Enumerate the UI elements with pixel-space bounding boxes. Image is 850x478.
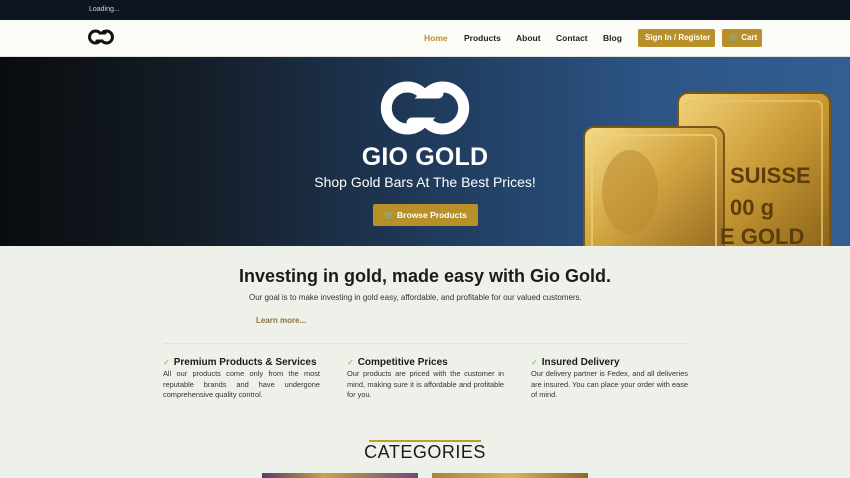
bar-front-text-1: 00 g [730,195,774,220]
check-icon: ✓ [163,358,170,367]
section-divider [163,343,688,344]
loading-text: Loading... [89,6,120,13]
browse-products-label: Browse Products [397,210,467,220]
nav-contact-link[interactable]: Contact [556,33,588,43]
nav-home-link[interactable]: Home [424,33,448,43]
check-icon: ✓ [531,358,538,367]
category-card-image[interactable] [262,473,418,478]
hero-logo-icon [380,81,470,135]
feature-body: Our delivery partner is Fedex, and all d… [531,369,688,400]
nav-blog-link[interactable]: Blog [603,33,622,43]
feature-title: Insured Delivery [541,357,620,368]
bar-back-text: SUISSE [730,163,811,188]
feature-title: Competitive Prices [357,357,448,368]
check-icon: ✓ [347,358,354,367]
learn-more-link[interactable]: Learn more... [256,316,306,325]
browse-products-button[interactable]: 🛒 Browse Products [373,204,478,226]
sign-in-label: Sign In / Register [645,33,711,42]
navbar: Home Products About Contact Blog Sign In… [0,20,850,57]
feature-insured-delivery: ✓ Insured Delivery Our delivery partner i… [531,357,688,401]
feature-competitive-prices: ✓ Competitive Prices Our products are pri… [347,357,504,401]
feature-title: Premium Products & Services [173,357,317,368]
hero-banner: GIO GOLD Shop Gold Bars At The Best Pric… [0,57,850,246]
top-bar: Loading... [0,0,850,20]
feature-body: Our products are priced with the custome… [347,369,504,400]
fortuna-relief [602,150,658,234]
categories-heading: CATEGORIES [364,442,486,462]
gio-gold-logo-icon[interactable] [87,28,115,46]
nav-products-link[interactable]: Products [464,33,501,43]
basket-icon: 🛒 [384,210,395,220]
nav-about-link[interactable]: About [516,33,541,43]
category-card-image[interactable] [432,473,588,478]
intro-text: Our goal is to make investing in gold ea… [249,293,582,302]
gold-bars-image: SUISSE 00 g E GOLD [583,92,831,246]
intro-heading: Investing in gold, made easy with Gio Go… [238,266,612,286]
feature-body: All our products come only from the most… [163,369,320,400]
bar-front-text-2: E GOLD [720,224,804,246]
cart-icon: 🛒 [729,33,739,42]
cart-button[interactable]: 🛒 Cart [722,29,762,47]
feature-premium-products: ✓ Premium Products & Services All our pro… [163,357,320,401]
cart-label: Cart [741,33,758,42]
sign-in-register-button[interactable]: Sign In / Register [638,29,715,47]
